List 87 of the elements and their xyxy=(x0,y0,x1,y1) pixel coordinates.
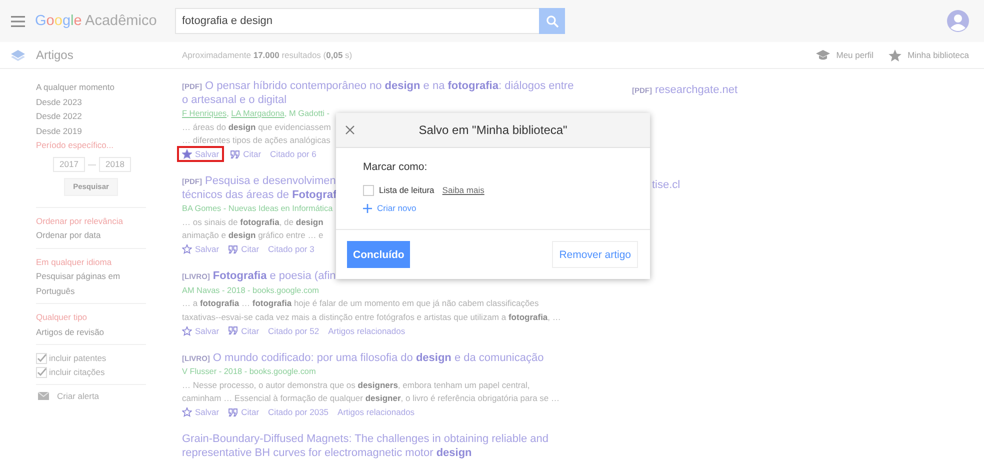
filter-link[interactable]: Desde 2023 xyxy=(36,94,146,109)
source-link[interactable]: researchgate.net xyxy=(655,84,738,96)
filter-link[interactable]: Período específico... xyxy=(36,138,146,152)
quote-icon xyxy=(228,408,238,417)
result-title[interactable]: técnicos das áreas de Fotograf xyxy=(182,188,337,200)
account-avatar[interactable] xyxy=(947,10,969,32)
checkbox[interactable] xyxy=(363,184,374,196)
filter-link[interactable]: A qualquer momento xyxy=(36,80,146,94)
source-link[interactable]: tise.cl xyxy=(652,179,680,191)
result-link[interactable]: Citado por 3 xyxy=(268,244,314,254)
result-title[interactable]: Grain-Boundary-Diffused Magnets: The challenges in obtaining reliable and xyxy=(182,433,548,445)
save-link[interactable]: Salvar xyxy=(182,244,220,254)
section-title: Artigos xyxy=(36,48,74,62)
result-link[interactable]: Artigos relacionados xyxy=(338,407,415,418)
snippet-text: taxativas--esvai-se cada vez mais a distinção entre fotógrafos e artistas que utilizam a fotografia, … xyxy=(182,310,561,324)
quote-icon xyxy=(228,244,238,254)
cite-link[interactable]: Citar xyxy=(228,244,260,254)
star-icon xyxy=(182,244,192,254)
result-title[interactable]: representative BH curves for electromagnetic motor design xyxy=(182,446,472,458)
author-text: AM Navas - 2018 - books.google.com xyxy=(182,284,319,297)
year-field[interactable]: 2018 xyxy=(99,156,131,172)
result-link[interactable]: Artigos relacionados xyxy=(328,326,406,336)
year-field[interactable]: 2017 xyxy=(53,156,85,172)
snippet-text: animação e design gráfico entre … e xyxy=(182,229,324,242)
snippet-text: … a fotografia … fotografia hoje é falar de um momento em que já não cabem classificações xyxy=(182,297,539,310)
logo[interactable]: Google Acadêmico xyxy=(35,13,165,29)
snippet-text: … os sinais de fotografia, de design xyxy=(182,216,324,229)
list-label[interactable]: Lista de leitura xyxy=(379,185,434,195)
done-button[interactable]: Concluído xyxy=(347,241,410,268)
quote-icon xyxy=(230,150,240,159)
header-link[interactable]: Meu perfil xyxy=(836,50,874,60)
search-button[interactable] xyxy=(539,8,565,34)
create-alert-link[interactable]: Criar alerta xyxy=(57,391,100,401)
header-link[interactable]: Minha biblioteca xyxy=(908,50,969,60)
filter-link[interactable]: Qualquer tipo xyxy=(36,310,146,324)
star-icon xyxy=(182,407,192,418)
snippet-text: … Nesse processo, o autor demonstra que os designers, embora tenham um papel central, xyxy=(182,378,530,392)
search-field[interactable]: fotografia e design xyxy=(175,8,539,34)
result-title[interactable]: o artesanal e o digital xyxy=(182,94,287,106)
filter-link[interactable]: Ordenar por relevância xyxy=(36,214,146,228)
result-link[interactable]: Citado por 52 xyxy=(268,326,320,336)
save-link[interactable]: Salvar xyxy=(180,149,222,160)
menu-icon[interactable] xyxy=(11,16,25,26)
option-label[interactable]: incluir citações xyxy=(49,367,105,377)
snippet-text: … diferentes tipos de ações analógicas xyxy=(182,134,330,147)
filter-link[interactable]: Desde 2022 xyxy=(36,109,146,124)
dialog-title: Salvo em "Minha biblioteca" xyxy=(418,123,568,137)
cap-icon xyxy=(816,48,830,62)
filter-link[interactable]: Desde 2019 xyxy=(36,124,146,138)
author-text: V Flusser - 2018 - books.google.com xyxy=(182,366,316,378)
close-icon[interactable] xyxy=(345,125,355,135)
result-title[interactable]: Fotografia e poesia (afin xyxy=(212,270,336,282)
quote-icon xyxy=(228,326,238,336)
star-icon xyxy=(888,48,902,62)
result-title[interactable]: Pesquisa e desenvolvimen xyxy=(205,175,336,187)
envelope-icon xyxy=(38,392,49,400)
author-text: BA Gomes - Nuevas Ideas en Informática xyxy=(182,203,333,215)
plus-icon xyxy=(363,204,372,212)
snippet-text: … áreas do design que evidenciassem xyxy=(182,120,331,134)
filter-link[interactable]: Artigos de revisão xyxy=(36,324,146,339)
cite-link[interactable]: Citar xyxy=(230,149,262,160)
filter-link[interactable]: Em qualquer idioma xyxy=(36,254,146,269)
learn-more-link[interactable]: Saiba mais xyxy=(442,185,484,195)
save-link[interactable]: Salvar xyxy=(182,407,220,418)
range-dash: — xyxy=(88,160,96,168)
search-icon xyxy=(546,14,558,28)
snippet-text: caminham … Essencial à formação de qualquer designer, o livro é referência obrigatória para se … xyxy=(182,392,560,405)
star-icon xyxy=(182,326,192,336)
create-new-link[interactable]: Criar novo xyxy=(377,203,416,213)
results-count: Aproximadamente 17.000 resultados (0,05 s) xyxy=(182,50,352,60)
star-icon xyxy=(182,149,192,160)
result-link[interactable]: Citado por 2035 xyxy=(268,407,329,418)
save-link[interactable]: Salvar xyxy=(182,326,220,336)
result-title[interactable]: O pensar híbrido contemporâneo no design e na fotografia: diálogos entre xyxy=(205,80,574,92)
cite-link[interactable]: Citar xyxy=(228,407,260,418)
mark-as-label: Marcar como: xyxy=(363,161,428,173)
filter-link[interactable]: Pesquisar páginas em Português xyxy=(36,269,146,298)
option-label[interactable]: incluir patentes xyxy=(49,353,106,363)
author-link[interactable]: LA Margadona, xyxy=(231,107,289,120)
result-title[interactable]: O mundo codificado: por uma filosofia do design e da comunicação xyxy=(212,352,544,364)
result-link[interactable]: Citado por 6 xyxy=(270,149,316,160)
remove-article-button[interactable]: Remover artigo xyxy=(552,241,638,268)
layers-icon xyxy=(11,50,25,60)
cite-link[interactable]: Citar xyxy=(228,326,260,336)
filter-link[interactable]: Ordenar por data xyxy=(36,228,146,242)
author-text: M Gadotti - xyxy=(289,108,330,120)
author-link[interactable]: F Henriques, xyxy=(182,107,232,120)
